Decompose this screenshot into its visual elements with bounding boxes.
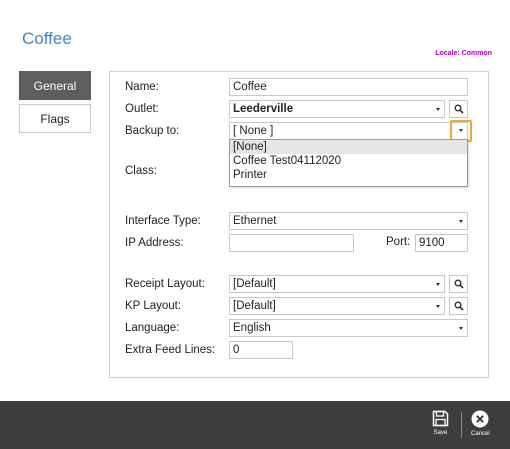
extra-feed-lines-label: Extra Feed Lines: — [125, 344, 216, 356]
tab-flags[interactable]: Flags — [19, 104, 91, 133]
outlet-lookup-button[interactable] — [449, 100, 468, 118]
divider — [461, 412, 462, 438]
backup-select[interactable]: [ None ] — [229, 122, 468, 140]
ip-address-input[interactable] — [229, 234, 354, 252]
receipt-layout-lookup-button[interactable] — [449, 275, 468, 293]
page-title: Coffee — [22, 29, 72, 48]
bottom-action-bar: Save Cancel — [0, 401, 510, 449]
save-label: Save — [433, 430, 448, 436]
locale-value: Common — [461, 50, 492, 57]
name-label: Name: — [125, 81, 159, 93]
search-icon — [454, 104, 464, 114]
kp-layout-lookup-button[interactable] — [449, 297, 468, 315]
interface-type-label: Interface Type: — [125, 215, 201, 227]
locale-indicator: Locale: Common — [435, 50, 492, 57]
kp-layout-label: KP Layout: — [125, 300, 182, 312]
outlet-select[interactable]: Leederville — [229, 100, 445, 118]
tab-general[interactable]: General — [19, 71, 91, 100]
dropdown-option[interactable]: Printer — [230, 168, 467, 182]
language-label: Language: — [125, 322, 180, 334]
dropdown-option[interactable]: Coffee Test04112020 — [230, 154, 467, 168]
save-button[interactable]: Save — [432, 410, 449, 436]
outlet-label: Outlet: — [125, 103, 159, 115]
search-icon — [454, 279, 464, 289]
backup-dropdown-list: [None] Coffee Test04112020 Printer — [229, 139, 468, 187]
dropdown-option[interactable]: [None] — [230, 140, 467, 154]
kp-layout-select[interactable]: [Default] — [229, 297, 445, 315]
language-select[interactable]: English — [229, 319, 468, 337]
receipt-layout-select[interactable]: [Default] — [229, 275, 445, 293]
close-circle-icon — [471, 410, 489, 428]
chevron-down-icon — [459, 129, 463, 132]
backup-label: Backup to: — [125, 125, 180, 137]
search-icon — [454, 301, 464, 311]
ip-address-label: IP Address: — [125, 237, 184, 249]
name-input[interactable]: Coffee — [229, 78, 468, 96]
class-label: Class: — [125, 165, 157, 177]
cancel-button[interactable]: Cancel — [471, 410, 490, 437]
floppy-disk-icon — [432, 410, 449, 427]
interface-type-select[interactable]: Ethernet — [229, 212, 468, 230]
cancel-label: Cancel — [471, 431, 490, 437]
extra-feed-lines-input[interactable]: 0 — [229, 341, 293, 359]
locale-label: Locale: — [435, 50, 460, 57]
receipt-layout-label: Receipt Layout: — [125, 278, 205, 290]
port-input[interactable]: 9100 — [415, 234, 468, 252]
port-label: Port: — [386, 236, 411, 248]
